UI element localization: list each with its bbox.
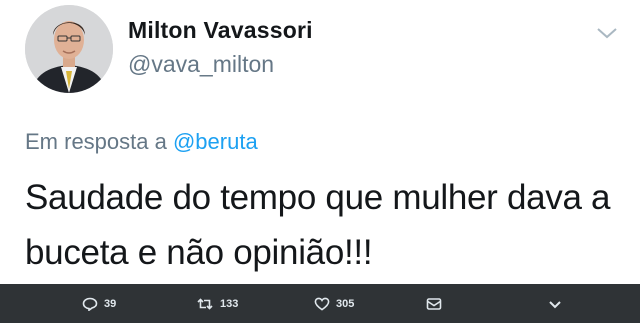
action-bar: 39 133 305	[0, 284, 640, 323]
retweet-button[interactable]: 133	[196, 284, 238, 323]
envelope-icon	[426, 297, 442, 311]
reply-prefix: Em resposta a	[25, 129, 167, 154]
chevron-down-icon[interactable]	[595, 24, 619, 42]
tweet-text: Saudade do tempo que mulher dava a bucet…	[25, 178, 611, 272]
avatar[interactable]	[25, 5, 113, 93]
author-photo	[25, 5, 113, 93]
retweet-icon	[196, 297, 214, 311]
reply-button[interactable]: 39	[82, 284, 116, 323]
direct-message-button[interactable]	[426, 284, 442, 323]
retweet-count: 133	[220, 297, 239, 310]
reply-icon	[82, 297, 98, 311]
like-count: 305	[336, 297, 355, 310]
reply-count: 39	[104, 297, 117, 310]
reply-mention-link[interactable]: @beruta	[173, 129, 258, 154]
like-button[interactable]: 305	[314, 284, 354, 323]
author-handle[interactable]: @vava_milton	[128, 51, 274, 78]
heart-icon	[314, 297, 330, 311]
reply-context: Em resposta a @beruta	[25, 129, 258, 155]
more-options-button[interactable]	[547, 284, 563, 323]
chevron-down-icon	[547, 297, 563, 311]
author-name[interactable]: Milton Vavassori	[128, 17, 313, 44]
